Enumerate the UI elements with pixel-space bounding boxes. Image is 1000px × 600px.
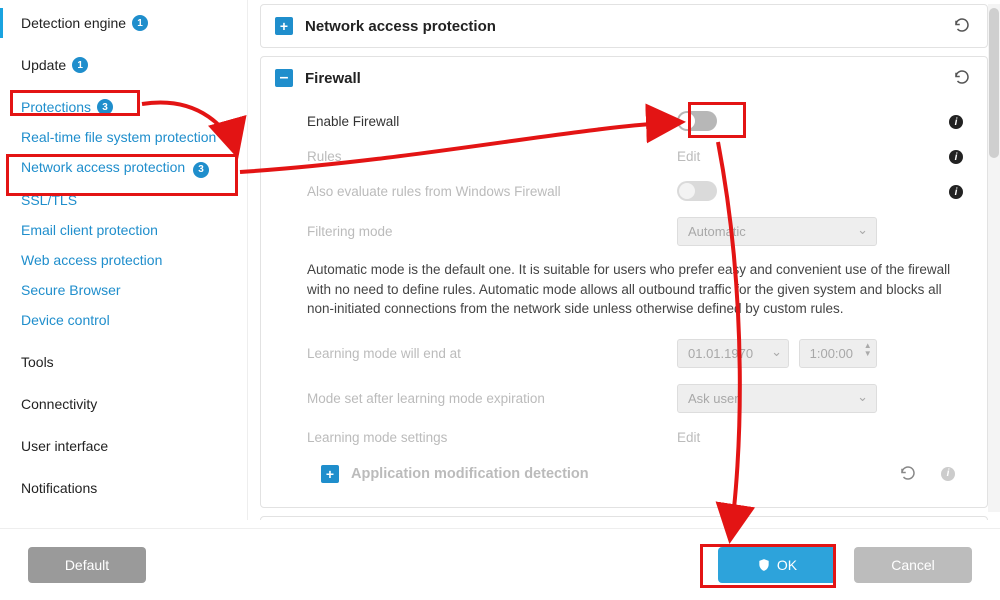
info-icon[interactable]: i	[949, 150, 963, 164]
row-windows-firewall-rules: Also evaluate rules from Windows Firewal…	[307, 173, 969, 209]
revert-icon[interactable]	[951, 67, 973, 89]
sidebar-label: Update	[21, 57, 66, 73]
subsection-app-modification: + Application modification detection i	[307, 455, 969, 493]
button-label: OK	[777, 557, 797, 573]
revert-icon[interactable]	[897, 463, 919, 485]
row-rules: Rules Edit i	[307, 139, 969, 173]
label-learning-end: Learning mode will end at	[307, 346, 677, 361]
collapse-icon[interactable]: –	[275, 69, 293, 87]
sidebar-item-email[interactable]: Email client protection	[0, 215, 247, 245]
label-filtering-mode: Filtering mode	[307, 224, 677, 239]
badge: 1	[72, 57, 88, 73]
panel-network-attack-protection: + Network attack protection	[260, 516, 988, 520]
row-learning-settings: Learning mode settings Edit	[307, 421, 969, 455]
sidebar-item-connectivity[interactable]: Connectivity	[0, 389, 247, 419]
panel-network-access-protection: + Network access protection	[260, 4, 988, 48]
sidebar-item-realtime[interactable]: Real-time file system protection	[0, 122, 247, 152]
sidebar-item-ssltls[interactable]: SSL/TLS	[0, 185, 247, 215]
row-filtering-mode: Filtering mode Automatic	[307, 209, 969, 254]
time-value: 1:00:00	[810, 346, 853, 361]
button-label: Cancel	[891, 557, 935, 573]
scrollbar-thumb[interactable]	[989, 8, 999, 158]
expand-icon[interactable]: +	[275, 17, 293, 35]
cancel-button[interactable]: Cancel	[854, 547, 972, 583]
label-winfw: Also evaluate rules from Windows Firewal…	[307, 184, 677, 199]
sidebar-label: Detection engine	[21, 15, 126, 31]
info-icon[interactable]: i	[949, 115, 963, 129]
button-label: Default	[65, 557, 109, 573]
sidebar-label: Web access protection	[21, 252, 162, 268]
panel-firewall: – Firewall Enable Firewall i Rules E	[260, 56, 988, 508]
filtering-mode-description: Automatic mode is the default one. It is…	[307, 254, 969, 331]
sidebar-item-detection-engine[interactable]: Detection engine 1	[0, 8, 247, 38]
expand-icon[interactable]: +	[321, 465, 339, 483]
toggle-winfw	[677, 181, 717, 201]
row-learning-end: Learning mode will end at 01.01.1970 1:0…	[307, 331, 969, 376]
sidebar-item-user-interface[interactable]: User interface	[0, 431, 247, 461]
input-learning-end-time: 1:00:00 ▲▼	[799, 339, 877, 368]
link-rules-edit[interactable]: Edit	[677, 149, 700, 164]
link-learning-settings-edit[interactable]: Edit	[677, 430, 700, 445]
label-learning-settings: Learning mode settings	[307, 430, 677, 445]
footer: Default OK Cancel	[0, 528, 1000, 600]
sidebar-label: Network access protection	[21, 159, 185, 175]
info-icon[interactable]: i	[949, 185, 963, 199]
label-learning-exp: Mode set after learning mode expiration	[307, 391, 677, 406]
scrollbar-track[interactable]	[988, 4, 1000, 512]
shield-icon	[757, 558, 771, 572]
panel-title: Firewall	[305, 70, 361, 87]
sidebar-item-update[interactable]: Update 1	[0, 50, 247, 80]
sidebar-label: Secure Browser	[21, 282, 121, 298]
sidebar-item-network-access-protection[interactable]: Network access protection 3	[0, 152, 247, 185]
sidebar-label: Device control	[21, 312, 110, 328]
sidebar-item-protections[interactable]: Protections 3	[0, 92, 247, 122]
sidebar-label: Real-time file system protection	[21, 129, 216, 145]
input-learning-end-date: 01.01.1970	[677, 339, 789, 368]
sidebar-item-tools[interactable]: Tools	[0, 347, 247, 377]
label-rules: Rules	[307, 149, 677, 164]
info-icon[interactable]: i	[941, 467, 955, 481]
sidebar-item-web[interactable]: Web access protection	[0, 245, 247, 275]
sidebar-label: Tools	[21, 354, 54, 370]
sidebar-label: User interface	[21, 438, 108, 454]
sidebar-label: SSL/TLS	[21, 192, 77, 208]
row-enable-firewall: Enable Firewall i	[307, 103, 969, 139]
sidebar-item-secure-browser[interactable]: Secure Browser	[0, 275, 247, 305]
ok-button[interactable]: OK	[718, 547, 836, 583]
badge: 3	[193, 162, 209, 178]
sidebar-item-notifications[interactable]: Notifications	[0, 473, 247, 503]
sidebar: Detection engine 1 Update 1 Protections …	[0, 0, 248, 520]
select-learning-exp: Ask user	[677, 384, 877, 413]
badge: 1	[132, 15, 148, 31]
sidebar-label: Protections	[21, 99, 91, 115]
sidebar-label: Connectivity	[21, 396, 97, 412]
content-area: + Network access protection – Firewall E…	[248, 0, 1000, 520]
default-button[interactable]: Default	[28, 547, 146, 583]
label-enable-firewall: Enable Firewall	[307, 114, 677, 129]
subsection-title: Application modification detection	[351, 466, 589, 482]
select-filtering-mode: Automatic	[677, 217, 877, 246]
row-learning-expiration-mode: Mode set after learning mode expiration …	[307, 376, 969, 421]
toggle-enable-firewall[interactable]	[677, 111, 717, 131]
panel-title: Network access protection	[305, 18, 496, 35]
revert-icon[interactable]	[951, 15, 973, 37]
badge: 3	[97, 99, 113, 115]
sidebar-label: Email client protection	[21, 222, 158, 238]
sidebar-label: Notifications	[21, 480, 97, 496]
sidebar-item-device-control[interactable]: Device control	[0, 305, 247, 335]
